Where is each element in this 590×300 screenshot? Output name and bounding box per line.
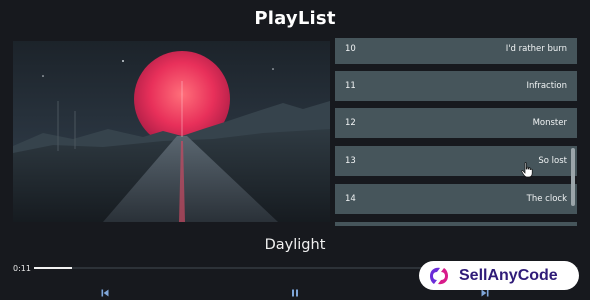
playlist-item[interactable]: 14 The clock (335, 184, 577, 214)
playlist-panel[interactable]: 10 I'd rather burn 11 Infraction 12 Mons… (333, 38, 579, 226)
playlist-item[interactable]: 11 Infraction (335, 71, 577, 101)
track-number: 14 (345, 194, 356, 204)
skip-previous-icon (101, 289, 109, 297)
track-title: Monster (532, 118, 567, 128)
previous-button[interactable] (100, 288, 110, 298)
playlist-item[interactable]: 12 Monster (335, 108, 577, 138)
album-artwork (13, 41, 330, 222)
hand-cursor-icon (521, 162, 533, 178)
app-title: PlayList (254, 8, 336, 29)
track-number: 12 (345, 118, 356, 128)
watermark-text: SellAnyCode (459, 266, 558, 284)
sellanycode-watermark: SellAnyCode (419, 261, 579, 290)
artwork-image (13, 41, 330, 222)
track-title: Infraction (526, 81, 567, 91)
pause-icon (292, 289, 298, 297)
now-playing-title: Daylight (264, 237, 326, 253)
track-number: 10 (345, 44, 356, 54)
track-number: 13 (345, 156, 356, 166)
progress-fill (34, 267, 72, 269)
playlist-item[interactable]: 10 I'd rather burn (335, 38, 577, 64)
playlist-scrollbar[interactable] (571, 148, 575, 206)
track-title: I'd rather burn (505, 44, 567, 54)
track-title: The clock (526, 194, 567, 204)
sellanycode-logo-icon (430, 267, 448, 284)
pause-button[interactable] (290, 288, 300, 298)
playlist-item-partial[interactable] (335, 222, 577, 226)
track-title: So lost (538, 156, 567, 166)
playlist-item[interactable]: 13 So lost (335, 146, 577, 176)
elapsed-time: 0:11 (13, 264, 31, 273)
track-number: 11 (345, 81, 356, 91)
